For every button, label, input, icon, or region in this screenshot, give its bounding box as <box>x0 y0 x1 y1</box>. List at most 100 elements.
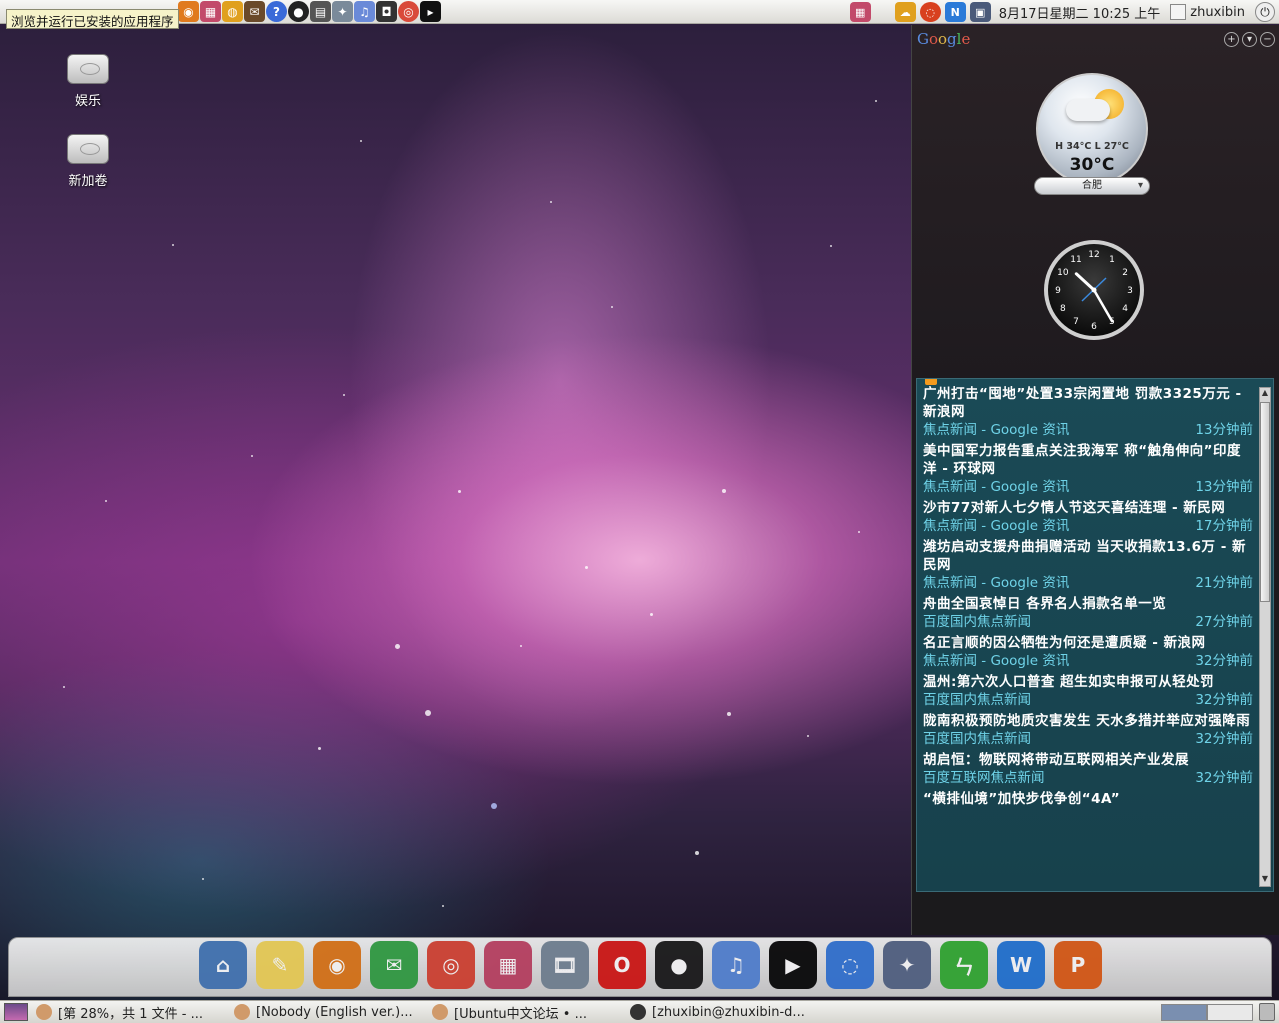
analog-clock-gadget[interactable]: 121234567891011 <box>1042 238 1146 342</box>
news-title[interactable]: 美中国军力报告重点关注我海军 称“触角伸向”印度洋 - 环球网 <box>923 442 1253 478</box>
news-title[interactable]: 陇南积极预防地质灾害发生 天水多措并举应对强降雨 <box>923 712 1253 730</box>
panel-launchers: ◉ ▦ ◍ ✉ ? ● ▤ ✦ ♫ ◘ ◎ ▸ <box>178 1 441 22</box>
news-source[interactable]: 百度国内焦点新闻 <box>923 730 1031 748</box>
launcher-chrome-icon[interactable]: ◎ <box>398 1 419 22</box>
launcher-qq-icon[interactable]: ● <box>288 1 309 22</box>
tray-input-method-icon[interactable]: N <box>944 2 966 22</box>
tray-swirl-icon[interactable]: ◌ <box>919 2 941 22</box>
tray-app-icon[interactable]: ▦ <box>849 2 871 22</box>
news-scrollbar[interactable]: ▲ ▼ <box>1259 387 1271 887</box>
news-item[interactable]: 陇南积极预防地质灾害发生 天水多措并举应对强降雨 百度国内焦点新闻 32分钟前 <box>923 712 1253 748</box>
news-title[interactable]: 沙市77对新人七夕情人节这天喜结连理 - 新民网 <box>923 499 1253 517</box>
news-meta: 百度国内焦点新闻 32分钟前 <box>923 730 1253 748</box>
news-item[interactable]: 沙市77对新人七夕情人节这天喜结连理 - 新民网 焦点新闻 - Google 资讯… <box>923 499 1253 535</box>
scroll-thumb[interactable] <box>1260 402 1270 602</box>
google-logo: Google <box>917 30 971 48</box>
mail-icon[interactable]: ✉ <box>370 941 418 989</box>
chrome-icon[interactable]: ◎ <box>427 941 475 989</box>
taskbar-window-button[interactable]: [Nobody (English ver.)... <box>230 1002 426 1022</box>
launcher-video-icon[interactable]: ✦ <box>332 1 353 22</box>
weather-high-low: H 34°C L 27°C <box>1055 141 1129 152</box>
news-meta: 焦点新闻 - Google 资讯 13分钟前 <box>923 478 1253 496</box>
sticky-notes-icon[interactable]: ✎ <box>256 941 304 989</box>
news-meta: 焦点新闻 - Google 资讯 17分钟前 <box>923 517 1253 535</box>
news-item[interactable]: 温州:第六次人口普查 超生如实申报可从轻处罚 百度国内焦点新闻 32分钟前 <box>923 673 1253 709</box>
terminal-icon[interactable]: ▶ <box>769 941 817 989</box>
taskbar-window-button[interactable]: [第 28%，共 1 文件 - ... <box>32 1002 228 1022</box>
tray-weather-icon[interactable]: ☁ <box>894 2 916 22</box>
news-source[interactable]: 百度国内焦点新闻 <box>923 691 1031 709</box>
news-item[interactable]: “横排仙境”加快步伐争创“4A” <box>923 790 1253 808</box>
launcher-music-icon[interactable]: ♫ <box>354 1 375 22</box>
desktop-icon-new-volume[interactable]: 新加卷 <box>48 134 128 189</box>
app-launcher-icon[interactable]: ▦ <box>484 941 532 989</box>
news-source[interactable]: 焦点新闻 - Google 资讯 <box>923 517 1069 535</box>
chat-icon[interactable]: ◌ <box>826 941 874 989</box>
window-title: [第 28%，共 1 文件 - ... <box>58 1006 203 1022</box>
news-title[interactable]: 温州:第六次人口普查 超生如实申报可从轻处罚 <box>923 673 1253 691</box>
news-source[interactable]: 百度国内焦点新闻 <box>923 613 1031 631</box>
power-icon[interactable]: ⏻ <box>1255 2 1275 22</box>
news-item[interactable]: 名正言顺的因公牺牲为何还是遭质疑 - 新浪网 焦点新闻 - Google 资讯 32… <box>923 634 1253 670</box>
presentation-icon[interactable]: P <box>1054 941 1102 989</box>
workspace-2[interactable] <box>1207 1004 1253 1021</box>
clock-number: 1 <box>1109 255 1115 265</box>
itunes-icon[interactable]: ♫ <box>712 941 760 989</box>
rss-icon[interactable] <box>925 379 937 385</box>
workspace-1[interactable] <box>1161 1004 1207 1021</box>
taskbar-window-button[interactable]: [Ubuntu中文论坛 • ... <box>428 1002 624 1022</box>
scroll-down-icon[interactable]: ▼ <box>1260 874 1270 886</box>
news-title[interactable]: 名正言顺的因公牺牲为何还是遭质疑 - 新浪网 <box>923 634 1253 652</box>
launcher-mail-icon[interactable]: ✉ <box>244 1 265 22</box>
show-desktop-icon[interactable] <box>4 1003 28 1021</box>
tray-network-icon[interactable]: ▣ <box>969 2 991 22</box>
user-icon <box>1170 4 1187 20</box>
news-item[interactable]: 舟曲全国哀悼日 各界名人捐款名单一览 百度国内焦点新闻 27分钟前 <box>923 595 1253 631</box>
user-switcher[interactable]: zhuxibin <box>1170 4 1245 20</box>
menu-icon[interactable]: ▾ <box>1242 32 1257 47</box>
news-time: 32分钟前 <box>1195 692 1253 708</box>
panel-clock[interactable]: 8月17日星期二 10:25 上午 <box>999 3 1161 22</box>
news-title[interactable]: 广州打击“囤地”处置33宗闲置地 罚款3325万元 - 新浪网 <box>923 385 1253 421</box>
scroll-up-icon[interactable]: ▲ <box>1260 388 1270 400</box>
news-item[interactable]: 胡启恒：物联网将带动互联网相关产业发展 百度互联网焦点新闻 32分钟前 <box>923 751 1253 787</box>
launcher-help-icon[interactable]: ? <box>266 1 287 22</box>
workspace-switcher[interactable] <box>1161 1004 1253 1021</box>
news-item[interactable]: 潍坊启动支援舟曲捐赠活动 当天收捐款13.6万 - 新民网 焦点新闻 - Goog… <box>923 538 1253 592</box>
launcher-movie-icon[interactable]: ▤ <box>310 1 331 22</box>
news-source[interactable]: 焦点新闻 - Google 资讯 <box>923 478 1069 496</box>
minimize-icon[interactable]: − <box>1260 32 1275 47</box>
news-title[interactable]: 舟曲全国哀悼日 各界名人捐款名单一览 <box>923 595 1253 613</box>
taskbar-window-button[interactable]: [zhuxibin@zhuxibin-d... <box>626 1002 822 1022</box>
add-gadget-icon[interactable]: + <box>1224 32 1239 47</box>
launcher-firefox-icon[interactable]: ◉ <box>178 1 199 22</box>
news-item[interactable]: 美中国军力报告重点关注我海军 称“触角伸向”印度洋 - 环球网 焦点新闻 - Go… <box>923 442 1253 496</box>
launcher-camera-icon[interactable]: ◘ <box>376 1 397 22</box>
opera-icon[interactable]: O <box>598 941 646 989</box>
launcher-terminal-icon[interactable]: ▸ <box>420 1 441 22</box>
news-source[interactable]: 百度互联网焦点新闻 <box>923 769 1045 787</box>
news-item[interactable]: 广州打击“囤地”处置33宗闲置地 罚款3325万元 - 新浪网 焦点新闻 - Go… <box>923 385 1253 439</box>
news-title[interactable]: “横排仙境”加快步伐争创“4A” <box>923 790 1253 808</box>
video-editor-icon[interactable]: 🎞 <box>541 941 589 989</box>
weather-city-select[interactable]: 合肥 <box>1034 177 1150 195</box>
news-source[interactable]: 焦点新闻 - Google 资讯 <box>923 574 1069 592</box>
home-folder-icon[interactable]: ⌂ <box>199 941 247 989</box>
browser-icon[interactable]: ◉ <box>313 941 361 989</box>
news-title[interactable]: 胡启恒：物联网将带动互联网相关产业发展 <box>923 751 1253 769</box>
mail-stamp-icon[interactable]: ✦ <box>883 941 931 989</box>
word-icon[interactable]: W <box>997 941 1045 989</box>
qq-icon[interactable]: ● <box>655 941 703 989</box>
window-title: [Nobody (English ver.)... <box>256 1004 413 1020</box>
trash-icon[interactable] <box>1259 1003 1275 1021</box>
launcher-app-icon[interactable]: ▦ <box>200 1 221 22</box>
launcher-browser-icon[interactable]: ◍ <box>222 1 243 22</box>
spreadsheet-icon[interactable]: ㄣ <box>940 941 988 989</box>
news-source[interactable]: 焦点新闻 - Google 资讯 <box>923 652 1069 670</box>
news-title[interactable]: 潍坊启动支援舟曲捐赠活动 当天收捐款13.6万 - 新民网 <box>923 538 1253 574</box>
dock: ⌂ ✎ ◉ ✉ ◎ ▦ 🎞 O ● ♫ ▶ ◌ ✦ ㄣ W P <box>8 937 1272 997</box>
weather-gadget[interactable]: H 34°C L 27°C 30°C 合肥 <box>1034 73 1150 213</box>
news-source[interactable]: 焦点新闻 - Google 资讯 <box>923 421 1069 439</box>
desktop-icon-entertainment[interactable]: 娱乐 <box>48 54 128 109</box>
news-list: 广州打击“囤地”处置33宗闲置地 罚款3325万元 - 新浪网 焦点新闻 - Go… <box>917 379 1273 808</box>
